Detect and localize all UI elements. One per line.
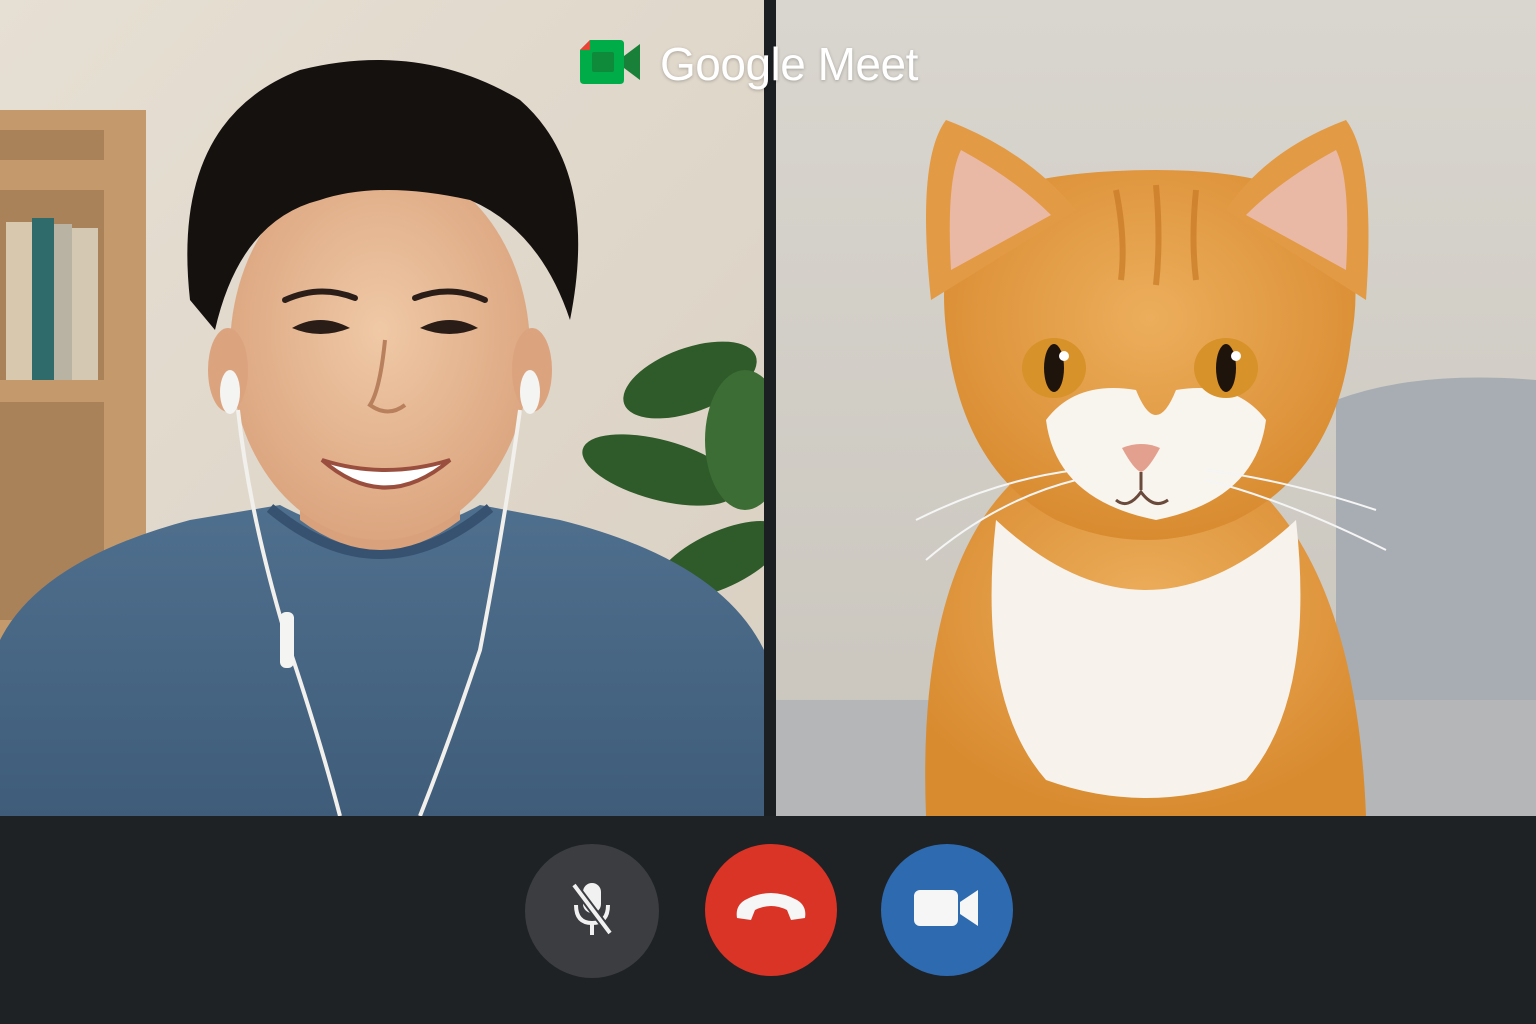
cat-video-feed	[776, 0, 1536, 816]
participant-tile-person[interactable]	[0, 0, 764, 816]
brand-title: Google Meet	[660, 38, 918, 90]
mic-toggle-button[interactable]	[525, 844, 659, 978]
video-stage: Google Meet	[0, 0, 1536, 816]
mic-off-icon	[568, 879, 616, 944]
videocam-icon	[912, 886, 982, 935]
brand-header: Google Meet	[576, 36, 918, 92]
end-call-button[interactable]	[705, 844, 837, 976]
camera-toggle-button[interactable]	[881, 844, 1013, 976]
participant-tile-cat[interactable]	[776, 0, 1536, 816]
person-video-feed	[0, 0, 764, 816]
phone-hangup-icon	[731, 888, 811, 933]
google-meet-logo-icon	[576, 36, 644, 93]
tile-divider	[764, 0, 776, 816]
